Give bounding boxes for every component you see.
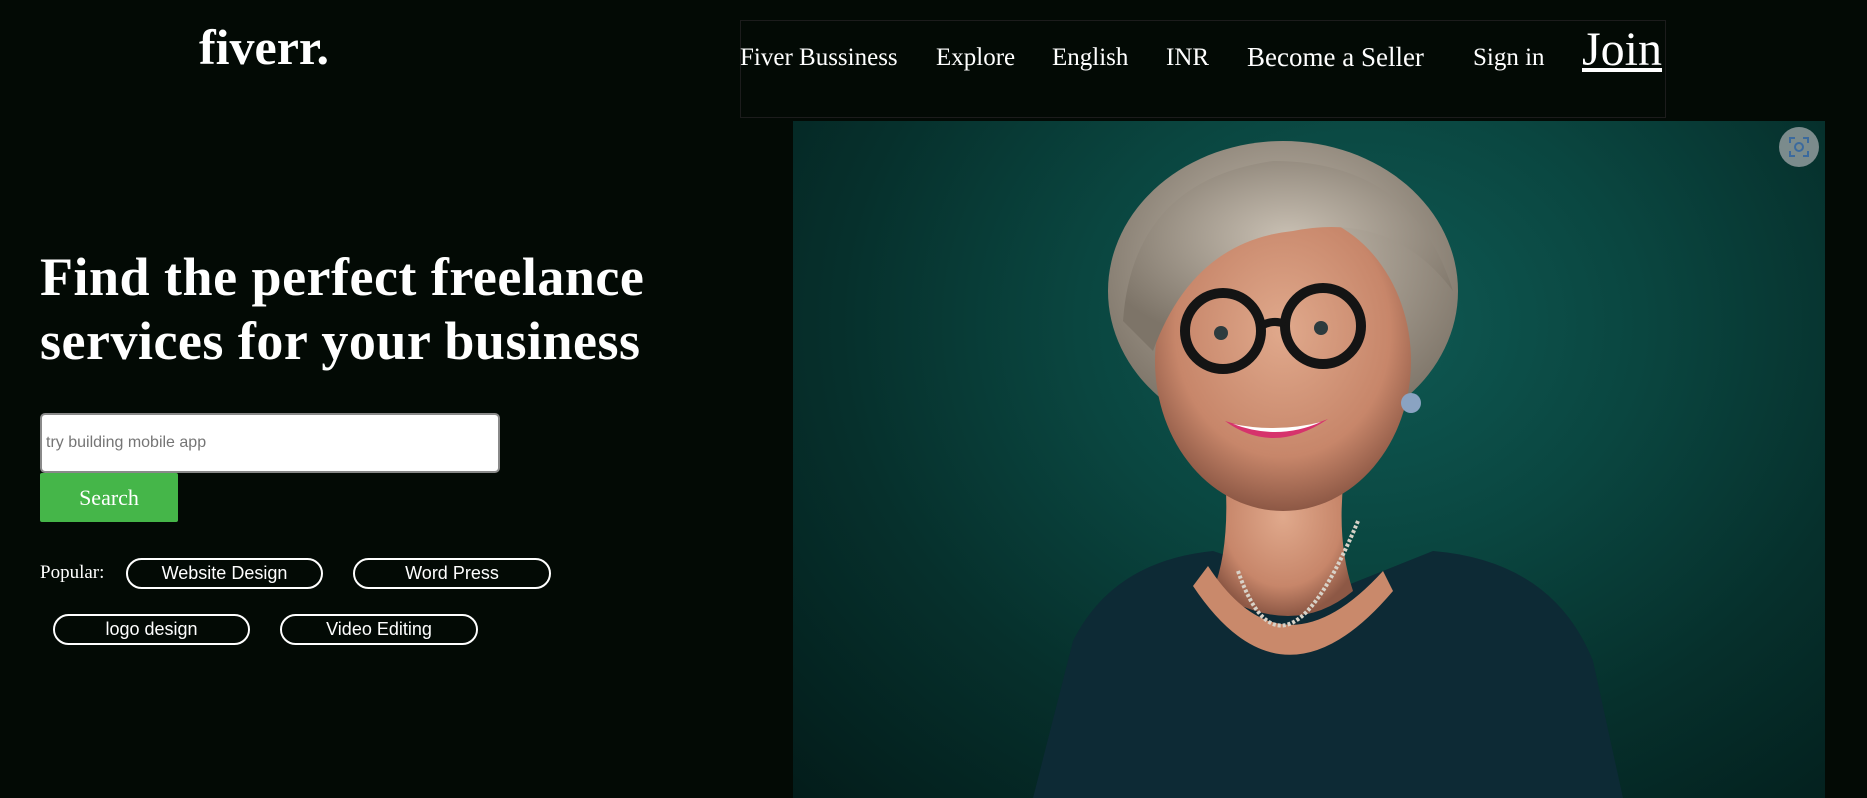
- popular-tag-word-press[interactable]: Word Press: [353, 558, 551, 589]
- hero-title-line-1: Find the perfect freelance: [40, 247, 645, 307]
- nav-explore[interactable]: Explore: [936, 45, 1015, 70]
- popular-label: Popular:: [40, 562, 105, 583]
- search-button[interactable]: Search: [40, 473, 178, 522]
- nav-join-link[interactable]: Join: [1582, 26, 1662, 74]
- nav-fiverr-business[interactable]: Fiver Bussiness: [740, 45, 898, 70]
- nav-sign-in[interactable]: Sign in: [1473, 45, 1545, 70]
- visual-search-button[interactable]: [1779, 127, 1819, 167]
- hero-portrait-image: [793, 121, 1825, 798]
- search-input[interactable]: [40, 413, 500, 473]
- popular-tag-website-design[interactable]: Website Design: [126, 558, 323, 589]
- nav-currency[interactable]: INR: [1166, 45, 1209, 70]
- portrait-illustration: [1033, 141, 1623, 798]
- hero-title-line-2: services for your business: [40, 311, 641, 371]
- fiverr-logo[interactable]: fiverr.: [199, 22, 329, 72]
- popular-tag-video-editing[interactable]: Video Editing: [280, 614, 478, 645]
- nav-language[interactable]: English: [1052, 45, 1128, 70]
- hero-title: Find the perfect freelance services for y…: [40, 245, 644, 373]
- popular-tag-logo-design[interactable]: logo design: [53, 614, 250, 645]
- visual-search-icon: [1789, 137, 1809, 157]
- nav-become-seller[interactable]: Become a Seller: [1247, 44, 1424, 71]
